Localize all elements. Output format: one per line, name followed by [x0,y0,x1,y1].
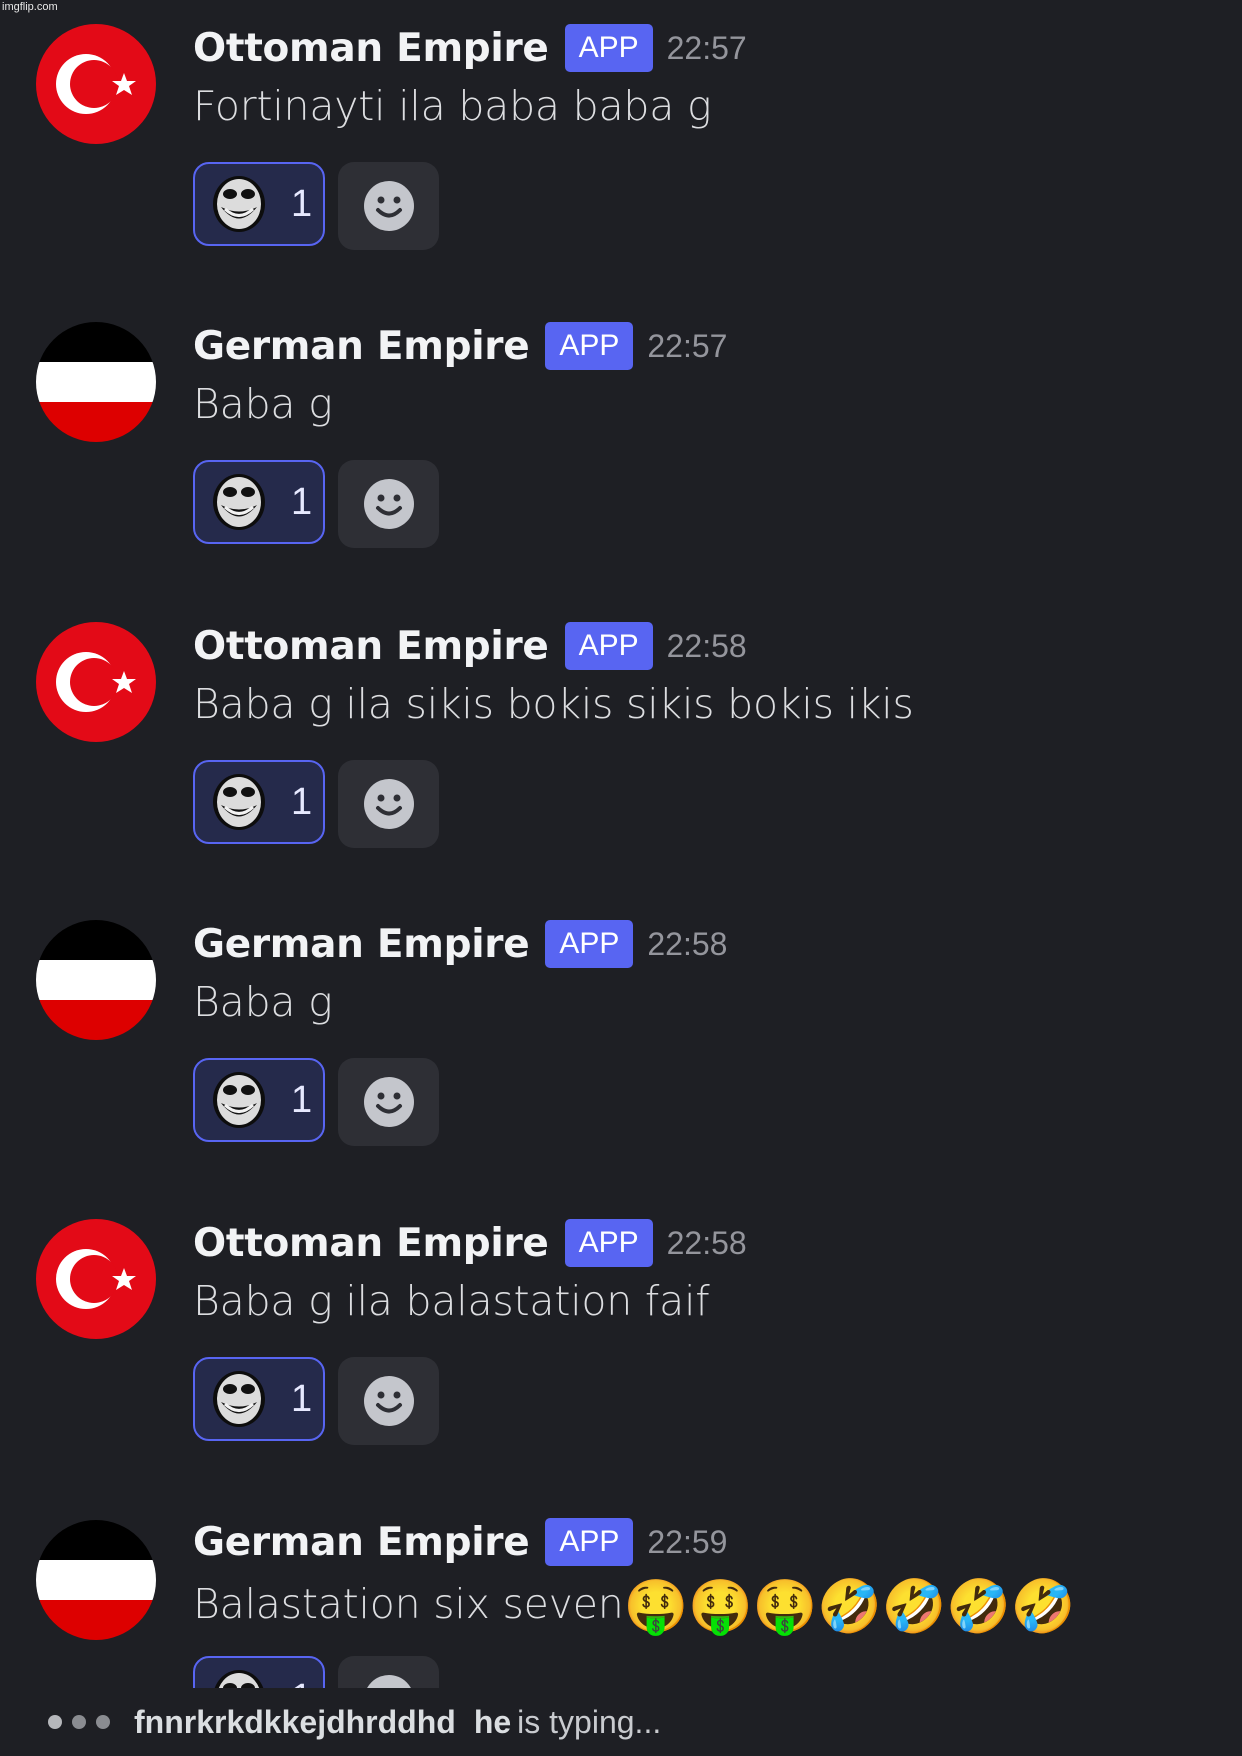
typing-dot [48,1715,62,1729]
author-name[interactable]: German Empire [193,324,530,369]
app-tag: APP [564,622,653,670]
timestamp: 22:57 [666,29,747,66]
avatar[interactable] [36,24,156,144]
typing-dots-icon [48,1715,110,1729]
reaction-button[interactable]: 1 [193,1058,325,1142]
app-tag: APP [545,1518,634,1566]
timestamp: 22:58 [666,627,747,664]
imperial-german-flag-icon [36,1520,156,1640]
smiley-icon [363,1077,414,1127]
reaction-button[interactable]: 1 [193,1357,325,1441]
author-name[interactable]: Ottoman Empire [193,26,549,71]
add-reaction-button[interactable] [338,1357,439,1445]
reaction-count: 1 [291,480,313,523]
reaction-button[interactable]: 1 [193,460,325,544]
smiley-icon [363,1376,414,1426]
message-text: Baba g ila sikis bokis sikis bokis ikis [193,680,914,728]
typing-dot [72,1715,86,1729]
emoji-sequence: 🤑🤑🤑🤣🤣🤣🤣 [623,1577,1076,1637]
message-text: Baba g ila balastation faif [193,1277,710,1325]
reactions: 1 [193,760,439,848]
author-name[interactable]: Ottoman Empire [193,624,549,669]
message: Ottoman Empire APP 22:57 Fortinayti ila … [0,0,1242,260]
typing-username-2[interactable]: he [474,1704,511,1741]
reaction-count: 1 [291,1078,313,1121]
add-reaction-button[interactable] [338,760,439,848]
reaction-button[interactable]: 1 [193,162,325,246]
message: Ottoman Empire APP 22:58 Baba g ila siki… [0,598,1242,858]
trollface-emoji-icon [213,474,265,530]
trollface-emoji-icon [214,1670,264,1688]
turkish-flag-icon [36,622,156,742]
reactions: 1 [193,1656,439,1688]
app-tag: APP [545,322,634,370]
avatar[interactable] [36,1219,156,1339]
avatar[interactable] [36,1520,156,1640]
reactions: 1 [193,1357,439,1445]
avatar[interactable] [36,920,156,1040]
add-reaction-button[interactable] [338,1656,439,1688]
trollface-emoji-icon [213,176,265,232]
trollface-emoji-icon [213,774,265,830]
smiley-icon [366,1675,411,1688]
app-tag: APP [545,920,634,968]
trollface-emoji-icon [213,1072,265,1128]
smiley-icon [363,479,414,529]
typing-text: is typing... [517,1703,662,1740]
typing-dot [96,1715,110,1729]
message-text: Baba g [193,978,333,1026]
message-text: Balastation six seven🤑🤑🤑🤣🤣🤣🤣 [193,1576,1076,1637]
avatar[interactable] [36,322,156,442]
message: German Empire APP 22:59 Balastation six … [0,1494,1242,1688]
add-reaction-button[interactable] [338,1058,439,1146]
trollface-emoji-icon [213,1371,265,1427]
reaction-count: 1 [291,1377,313,1420]
reaction-button[interactable]: 1 [193,760,325,844]
turkish-flag-icon [36,1219,156,1339]
smiley-icon [363,181,414,231]
message: Ottoman Empire APP 22:58 Baba g ila bala… [0,1195,1242,1455]
smiley-icon [363,779,414,829]
reactions: 1 [193,162,439,250]
timestamp: 22:58 [647,925,728,962]
reaction-count: 1 [291,1677,312,1689]
turkish-flag-icon [36,24,156,144]
avatar[interactable] [36,622,156,742]
app-tag: APP [564,24,653,72]
add-reaction-button[interactable] [338,460,439,548]
imperial-german-flag-icon [36,322,156,442]
author-name[interactable]: German Empire [193,922,530,967]
message-feed: Ottoman Empire APP 22:57 Fortinayti ila … [0,0,1242,1688]
message-text: Baba g [193,380,333,428]
message-text-body: Balastation six seven [193,1580,624,1628]
reaction-count: 1 [291,780,313,823]
reactions: 1 [193,1058,439,1146]
typing-username[interactable]: fnnrkrkdkkejdhrddhd [134,1704,456,1741]
timestamp: 22:58 [666,1224,747,1261]
message: German Empire APP 22:58 Baba g 1 [0,896,1242,1156]
add-reaction-button[interactable] [338,162,439,250]
app-tag: APP [564,1219,653,1267]
typing-indicator: fnnrkrkdkkejdhrddhd he is typing... [0,1688,1242,1756]
reactions: 1 [193,460,439,548]
reaction-button[interactable]: 1 [193,1656,325,1688]
timestamp: 22:59 [647,1523,728,1560]
imperial-german-flag-icon [36,920,156,1040]
message: German Empire APP 22:57 Baba g 1 [0,298,1242,558]
reaction-count: 1 [291,182,313,225]
author-name[interactable]: German Empire [193,1520,530,1565]
author-name[interactable]: Ottoman Empire [193,1221,549,1266]
message-text: Fortinayti ila baba baba g [193,82,712,130]
timestamp: 22:57 [647,327,728,364]
